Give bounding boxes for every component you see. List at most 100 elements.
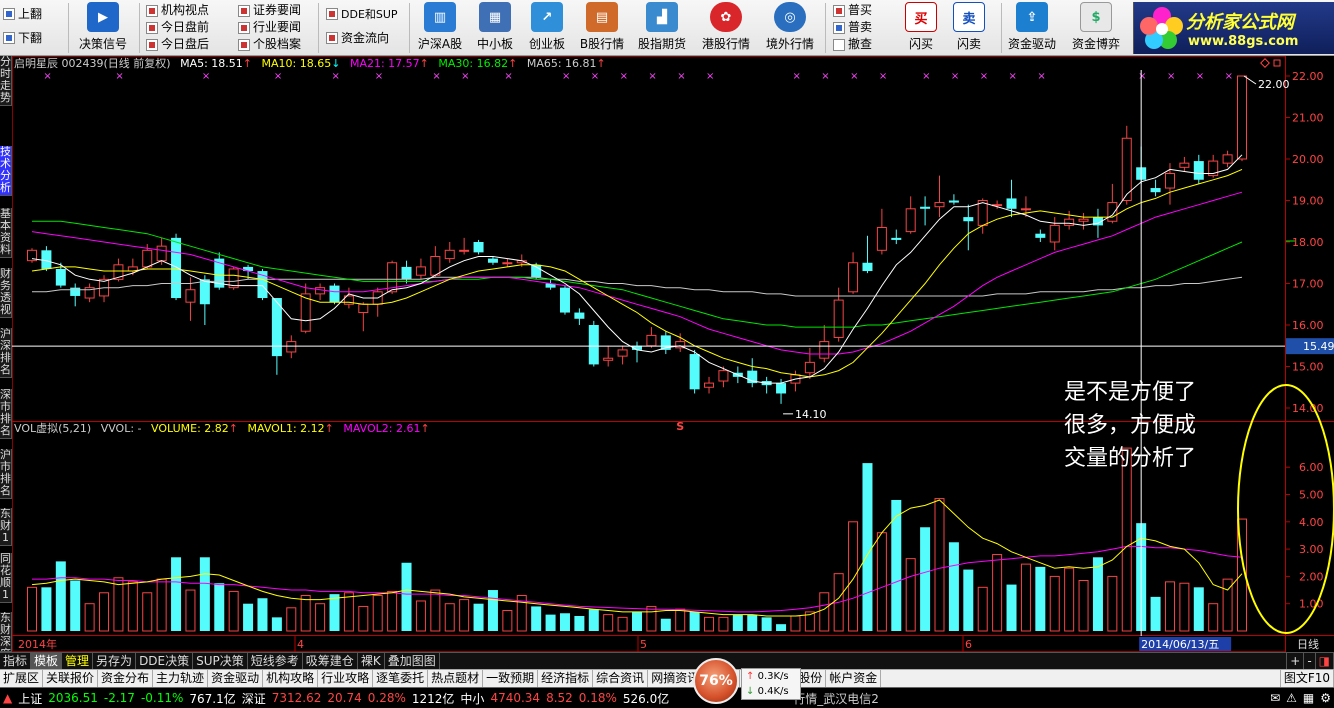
candle-body: [459, 249, 470, 252]
tab-intraday[interactable]: 分时走势: [0, 56, 12, 106]
volume-bar: [920, 527, 931, 631]
tab-fund-distribution[interactable]: 资金分布: [98, 670, 154, 688]
page-up-button[interactable]: 上翻: [3, 2, 42, 26]
tab-manage[interactable]: 管理: [62, 653, 94, 670]
tab-hs-ranking[interactable]: 沪深排名: [0, 328, 12, 378]
volume-bar: [1179, 582, 1190, 632]
tab-basic-info[interactable]: 基本资料: [0, 208, 12, 258]
ma30-readout: MA30: 16.82: [438, 57, 509, 70]
tab-related-quotes[interactable]: 关联报价: [43, 670, 99, 688]
normal-buy-button[interactable]: 普买: [833, 2, 872, 19]
tab-naked-k[interactable]: 裸K: [358, 653, 385, 670]
tab-news[interactable]: 综合资讯: [593, 670, 649, 688]
tab-main-trajectory[interactable]: 主力轨迹: [153, 670, 209, 688]
mavol2-line: [32, 545, 1243, 613]
tab-template[interactable]: 模板: [31, 653, 63, 670]
overseas-market-button[interactable]: ◎ 境外行情: [758, 2, 822, 54]
institution-view-button[interactable]: 机构视点: [146, 2, 209, 19]
tab-hot-topics[interactable]: 热点题材: [428, 670, 484, 688]
memory-gauge[interactable]: 76%: [693, 658, 739, 704]
tab-account-funds[interactable]: 帐户资金: [826, 670, 882, 688]
page-down-button[interactable]: 下翻: [3, 26, 42, 50]
volume-bar: [617, 616, 628, 632]
volume-bar: [689, 611, 700, 631]
volume-bar: [761, 617, 772, 631]
zoom-in-button[interactable]: +: [1286, 653, 1305, 670]
index-futures-button[interactable]: ▟ 股指期货: [630, 2, 694, 54]
grid-icon: [146, 38, 158, 51]
dde-sup-button[interactable]: DDE和SUP: [326, 2, 398, 26]
stock-profile-button[interactable]: 个股档案: [238, 36, 301, 53]
volume-bar: [329, 594, 340, 631]
zoom-out-button[interactable]: -: [1304, 653, 1316, 670]
tab-economic-indicators[interactable]: 经济指标: [538, 670, 594, 688]
tab-ths-f10[interactable]: 同花顺10: [0, 553, 12, 603]
mail-icon[interactable]: ✉: [1267, 691, 1283, 705]
securities-news-button[interactable]: 证券要闻: [238, 2, 301, 19]
price-tick-label: 19.00: [1292, 195, 1324, 208]
settings-icon[interactable]: ⚙: [1317, 691, 1334, 705]
tab-sup-decision[interactable]: SUP决策: [193, 653, 248, 670]
tab-dde-decision[interactable]: DDE决策: [136, 653, 194, 670]
network-icon[interactable]: ▦: [1300, 691, 1317, 705]
candle-body: [156, 245, 167, 262]
candle-body: [1237, 75, 1247, 160]
b-share-button[interactable]: ▤ B股行情: [570, 2, 634, 54]
year-label: 2014年: [18, 637, 57, 651]
candle-body: [1020, 208, 1031, 211]
candle-body: [300, 293, 311, 332]
tab-sz-ranking[interactable]: 深市排名: [0, 389, 12, 439]
f10-button[interactable]: 图文F10: [1279, 670, 1334, 688]
decision-signal-button[interactable]: ▶ 决策信号: [71, 2, 135, 54]
candle-body: [70, 287, 81, 296]
candle-body: [574, 312, 585, 319]
tab-industry-strategy[interactable]: 行业攻略: [318, 670, 374, 688]
indicator-tab-bar: 指标 模板 管理 另存为 DDE决策 SUP决策 短线参考 吸筹建仓 裸K 叠加…: [0, 652, 1334, 670]
tab-technical-analysis[interactable]: 技术分析: [0, 146, 12, 196]
alarm-icon[interactable]: ⚠: [1283, 691, 1300, 705]
candle-body: [689, 354, 700, 390]
volume-bar: [732, 614, 743, 631]
normal-sell-button[interactable]: 普卖: [833, 19, 872, 36]
fund-game-button[interactable]: $ 资金博弈: [1064, 2, 1128, 54]
volume-bar: [156, 578, 167, 632]
hk-stock-button[interactable]: ✿ 港股行情: [694, 2, 758, 54]
toolbar-divider: [139, 3, 140, 53]
tab-institution-strategy[interactable]: 机构攻略: [263, 670, 319, 688]
tab-extension-area[interactable]: 扩展区: [0, 670, 44, 688]
tab-eastmoney-f10[interactable]: 东财10: [0, 508, 12, 546]
maximize-icon[interactable]: ◨: [1316, 653, 1334, 670]
tab-short-ref[interactable]: 短线参考: [248, 653, 303, 670]
fund-flow-button[interactable]: 资金流向: [326, 26, 398, 50]
volume-bar: [1035, 566, 1046, 631]
tab-financial[interactable]: 财务透视: [0, 268, 12, 318]
tab-indicator[interactable]: 指标: [0, 653, 32, 670]
cancel-query-button[interactable]: 撤查: [833, 36, 872, 53]
price-header: 启明星辰 002439(日线 前复权) MA5: 18.51↑ MA10: 18…: [14, 57, 612, 71]
tab-consensus[interactable]: 一致预期: [483, 670, 539, 688]
volume-bar: [1208, 603, 1219, 632]
candle-body: [1222, 154, 1233, 164]
fund-drive-button[interactable]: ⇪ 资金驱动: [1000, 2, 1064, 54]
tab-accumulation[interactable]: 吸筹建仓: [303, 653, 358, 670]
candle-body: [1179, 162, 1190, 168]
today-premarket-button[interactable]: 今日盘前: [146, 19, 209, 36]
tab-save-as[interactable]: 另存为: [93, 653, 137, 670]
volume-bar: [185, 589, 196, 632]
price-tick-label: 18.00: [1292, 236, 1324, 249]
volume-bar: [41, 587, 52, 631]
today-postmarket-button[interactable]: 今日盘后: [146, 36, 209, 53]
industry-news-button[interactable]: 行业要闻: [238, 19, 301, 36]
tab-fund-drive[interactable]: 资金驱动: [208, 670, 264, 688]
tab-eastmoney-depth[interactable]: 东财深度: [0, 612, 12, 652]
volume-bar: [1078, 579, 1089, 632]
flash-sell-button[interactable]: 卖闪卖: [937, 2, 1001, 54]
volume-bar: [459, 599, 470, 632]
x-marker: ×: [562, 71, 570, 82]
tab-sh-ranking[interactable]: 沪市排名: [0, 449, 12, 499]
cursor-date-label: 2014/06/13/五: [1141, 638, 1219, 651]
candle-body: [358, 303, 369, 314]
tab-order-by-order[interactable]: 逐笔委托: [373, 670, 429, 688]
tab-overlay-chart[interactable]: 叠加图图: [385, 653, 440, 670]
kline-chart[interactable]: 22.00 21.00 20.00 19.00 18.00 17.00 16.00 15.00…: [12, 56, 1334, 652]
